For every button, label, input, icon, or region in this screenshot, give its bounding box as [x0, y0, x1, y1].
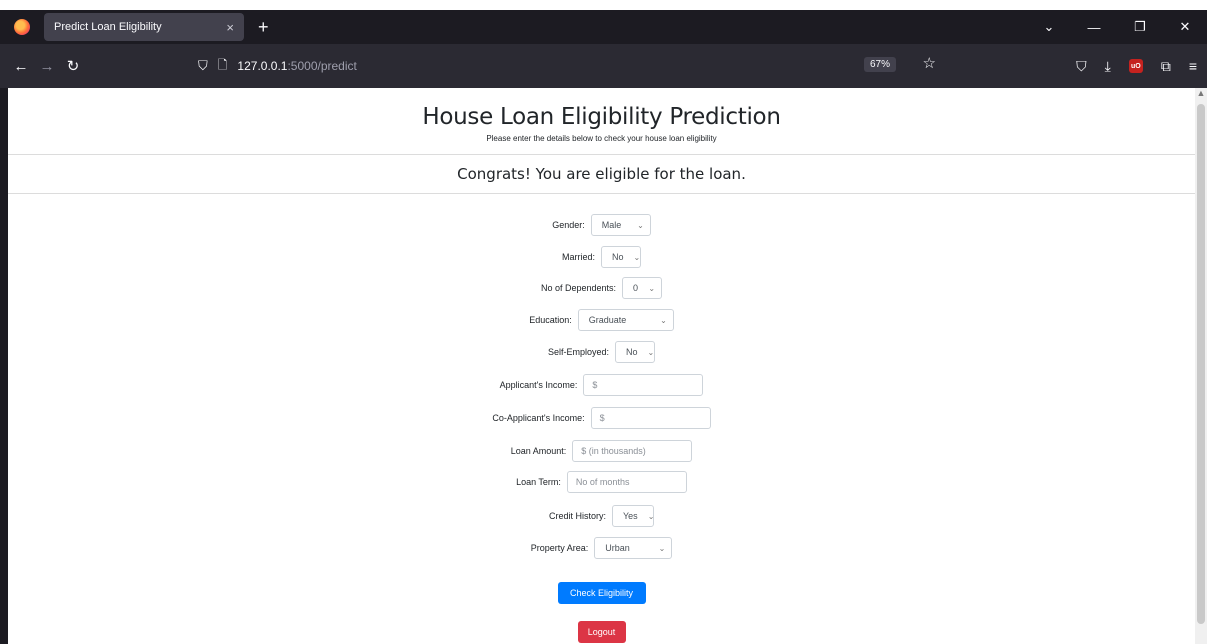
chevron-down-icon: ⌄ — [648, 283, 656, 293]
coapplicant-income-input[interactable]: $ — [590, 407, 711, 429]
chevron-down-icon: ⌄ — [647, 511, 655, 521]
zoom-level[interactable]: 67% — [863, 57, 896, 72]
self-employed-row: Self-Employed: No ⌄ — [8, 341, 1195, 363]
chevron-down-icon: ⌄ — [637, 220, 644, 230]
coapplicant-income-label: Co-Applicant's Income: — [492, 413, 585, 423]
scroll-up-icon[interactable]: ▲ — [1195, 88, 1207, 102]
ublock-extension-icon[interactable]: uO — [1128, 59, 1143, 73]
scrollbar-thumb[interactable] — [1197, 104, 1205, 624]
logout-button[interactable]: Logout — [577, 621, 626, 643]
tab-close-icon[interactable]: × — [226, 20, 234, 35]
self-employed-value: No — [626, 347, 638, 357]
loan-amount-input[interactable]: $ (in thousands) — [572, 440, 693, 462]
browser-tab[interactable]: Predict Loan Eligibility × — [44, 13, 244, 41]
navigation-bar: ← → ↻ ⛉ 🗋 127.0.0.1:5000/predict 67% ☆ ⛉… — [0, 44, 1207, 88]
education-label: Education: — [529, 315, 572, 325]
window-controls: ⌄ — ❐ ✕ — [1027, 10, 1207, 44]
property-area-row: Property Area: Urban ⌄ — [8, 537, 1195, 559]
property-area-value: Urban — [605, 543, 630, 553]
dependents-row: No of Dependents: 0 ⌄ — [8, 277, 1195, 299]
check-eligibility-button[interactable]: Check Eligibility — [557, 582, 646, 604]
dependents-select[interactable]: 0 ⌄ — [622, 277, 663, 299]
window-left-edge — [0, 88, 8, 644]
tab-bar: Predict Loan Eligibility × + ⌄ — ❐ ✕ — [0, 10, 1207, 44]
education-row: Education: Graduate ⌄ — [8, 309, 1195, 331]
chevron-down-icon: ⌄ — [633, 252, 641, 262]
restore-icon[interactable]: ❐ — [1117, 19, 1163, 35]
applicant-income-row: Applicant's Income: $ — [8, 374, 1195, 396]
married-row: Married: No ⌄ — [8, 246, 1195, 268]
page-title: House Loan Eligibility Prediction — [422, 104, 781, 130]
extensions-icon[interactable]: ⧉ — [1161, 58, 1171, 75]
menu-icon[interactable]: ≡ — [1189, 58, 1197, 74]
credit-history-label: Credit History: — [548, 511, 606, 521]
firefox-logo-icon[interactable] — [14, 19, 30, 35]
forward-icon[interactable]: → — [34, 58, 60, 75]
gender-label: Gender: — [552, 220, 585, 230]
property-area-select[interactable]: Urban ⌄ — [594, 537, 673, 559]
credit-history-row: Credit History: Yes ⌄ — [8, 505, 1195, 527]
url-host: 127.0.0.1 — [237, 59, 288, 73]
page-info-icon[interactable]: 🗋 — [218, 56, 228, 77]
result-message: Congrats! You are eligible for the loan. — [8, 155, 1195, 194]
married-label: Married: — [561, 252, 595, 262]
tab-title: Predict Loan Eligibility — [54, 21, 162, 33]
chevron-down-icon: ⌄ — [647, 347, 655, 357]
loan-term-row: Loan Term: No of months — [8, 471, 1195, 493]
gender-value: Male — [601, 220, 622, 230]
education-value: Graduate — [588, 315, 627, 325]
page-subtitle: Please enter the details below to check … — [486, 134, 717, 143]
loan-term-input[interactable]: No of months — [566, 471, 687, 493]
toolbar-right: ⛉ ⤓ uO ⧉ ≡ — [1076, 44, 1197, 88]
loan-term-label: Loan Term: — [516, 477, 561, 487]
gender-row: Gender: Male ⌄ — [8, 214, 1195, 236]
page-header: House Loan Eligibility Prediction Please… — [8, 88, 1195, 155]
married-select[interactable]: No ⌄ — [601, 246, 641, 268]
url-path: :5000/predict — [287, 59, 357, 73]
loan-amount-label: Loan Amount: — [510, 446, 567, 456]
credit-history-value: Yes — [623, 511, 638, 521]
page-top-strip — [0, 0, 1207, 10]
minimize-icon[interactable]: — — [1071, 20, 1117, 35]
bookmark-star-icon[interactable]: ☆ — [923, 54, 936, 72]
education-select[interactable]: Graduate ⌄ — [577, 309, 674, 331]
self-employed-select[interactable]: No ⌄ — [615, 341, 656, 363]
loan-amount-row: Loan Amount: $ (in thousands) — [8, 440, 1195, 462]
page-viewport: House Loan Eligibility Prediction Please… — [8, 88, 1195, 644]
pocket-icon[interactable]: ⛉ — [1076, 58, 1087, 75]
applicant-income-input[interactable]: $ — [583, 374, 704, 396]
chevron-down-icon: ⌄ — [660, 315, 667, 325]
gender-select[interactable]: Male ⌄ — [590, 214, 651, 236]
coapplicant-income-row: Co-Applicant's Income: $ — [8, 407, 1195, 429]
close-window-icon[interactable]: ✕ — [1163, 19, 1207, 35]
reload-icon[interactable]: ↻ — [60, 57, 86, 75]
vertical-scrollbar[interactable]: ▲ — [1195, 88, 1207, 644]
dependents-value: 0 — [633, 283, 639, 293]
property-area-label: Property Area: — [530, 543, 589, 553]
chevron-down-icon: ⌄ — [658, 543, 666, 553]
dependents-label: No of Dependents: — [540, 283, 617, 293]
downloads-icon[interactable]: ⤓ — [1105, 58, 1111, 75]
url-bar[interactable]: ⛉ 🗋 127.0.0.1:5000/predict 67% ☆ — [198, 52, 950, 80]
credit-history-select[interactable]: Yes ⌄ — [612, 505, 654, 527]
applicant-income-label: Applicant's Income: — [499, 380, 578, 390]
tracking-shield-icon[interactable]: ⛉ — [198, 58, 208, 74]
back-icon[interactable]: ← — [8, 58, 34, 75]
new-tab-icon[interactable]: + — [258, 17, 269, 38]
married-value: No — [612, 252, 624, 262]
list-tabs-icon[interactable]: ⌄ — [1027, 19, 1071, 35]
self-employed-label: Self-Employed: — [547, 347, 610, 357]
